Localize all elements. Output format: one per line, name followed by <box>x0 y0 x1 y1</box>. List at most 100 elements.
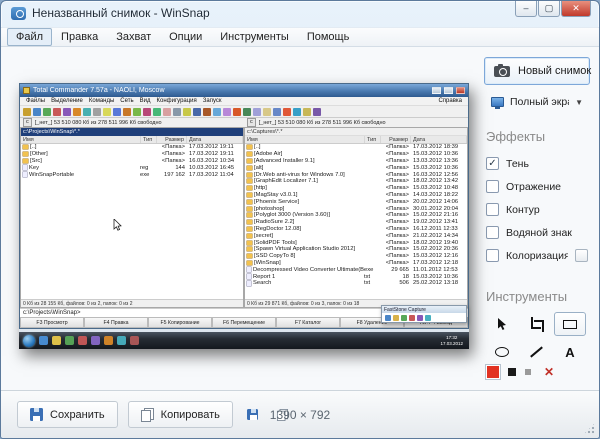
file-name: Report 1 <box>253 274 364 280</box>
tc-toolbar-icon <box>263 108 271 116</box>
save-button[interactable]: Сохранить <box>17 401 118 428</box>
tc-minimize-icon <box>432 87 441 94</box>
menu-item[interactable]: Правка <box>52 28 107 46</box>
checkbox[interactable] <box>486 203 499 216</box>
tc-file-row: Decompressed Video Converter Ultimate(Bu… <box>245 266 467 273</box>
tc-file-row: [Src] <Папка> 16.03.2012 10:34 <box>21 158 243 165</box>
text-tool-button[interactable]: A <box>554 340 586 364</box>
file-name: [SSD CopyTo 8] <box>254 253 364 259</box>
save-icon <box>247 409 258 420</box>
menu-item[interactable]: Файл <box>7 28 52 46</box>
effect-label: Водяной знак <box>506 227 572 239</box>
tools-grid: A <box>486 312 590 364</box>
colorize-options-button[interactable] <box>575 249 588 262</box>
crop-icon <box>529 317 543 331</box>
crop-tool-button[interactable] <box>520 312 552 336</box>
quick-save-button[interactable] <box>243 405 263 425</box>
checkbox[interactable] <box>486 226 499 239</box>
ellipse-tool-button[interactable] <box>486 340 518 364</box>
faststone-tool-icon <box>393 315 399 321</box>
effects-list: ✓ Тень Отражение Контур Водяной знак <box>484 152 590 267</box>
delete-annotation-icon[interactable]: ✕ <box>544 366 554 378</box>
menu-item[interactable]: Опции <box>160 28 211 46</box>
file-size: <Папка> <box>379 233 409 239</box>
file-date: 17.03.2012 12:18 <box>409 260 465 266</box>
tc-file-row: Key reg 144 10.03.2012 16:45 <box>21 164 243 171</box>
file-name: [http] <box>254 185 364 191</box>
save-label: Сохранить <box>50 409 105 421</box>
maximize-button[interactable]: ▢ <box>538 1 560 17</box>
file-date: 17.03.2012 18:39 <box>409 144 465 150</box>
file-type-icon <box>247 173 252 177</box>
file-type-icon <box>247 254 252 258</box>
tc-toolbar-icon <box>233 108 241 116</box>
rectangle-tool-button[interactable] <box>554 312 586 336</box>
file-date: 20.02.2012 14:06 <box>409 199 465 205</box>
tc-toolbar-icon <box>253 108 261 116</box>
tc-column-header: Тип <box>365 136 381 143</box>
minimize-button[interactable]: – <box>515 1 537 17</box>
black-color-swatch[interactable] <box>508 368 516 376</box>
file-date: 15.03.2012 10:36 <box>409 165 465 171</box>
image-dimensions: 1390 × 792 <box>270 408 330 422</box>
menu-item[interactable]: Инструменты <box>211 28 298 46</box>
file-date: 14.03.2012 18:22 <box>409 192 465 198</box>
file-size: <Папка> <box>379 212 409 218</box>
tc-file-row: Search txt 506 25.02.2012 13:18 <box>245 280 467 287</box>
file-name: [GraphEdit Localizer 7.1] <box>254 178 364 184</box>
file-type-icon <box>247 179 252 183</box>
checkbox[interactable] <box>486 249 499 262</box>
tc-file-row: [Other] <Папка> 17.03.2012 19:11 <box>21 151 243 158</box>
titlebar[interactable]: Неназванный снимок - WinSnap – ▢ ✕ <box>1 1 599 27</box>
tc-help-menu: Справка <box>435 98 465 104</box>
file-size: <Папка> <box>379 219 409 225</box>
tc-right-file-list: [..] <Папка> 17.03.2012 18:39 [Adobe Air… <box>245 144 467 299</box>
effect-checkbox-row[interactable]: Контур <box>484 198 590 221</box>
new-snapshot-button[interactable]: Новый снимок <box>484 57 590 85</box>
file-type-icon <box>247 193 252 197</box>
tc-file-row: [RegDoctor 12.08] <Папка> 16.12.2011 12:… <box>245 226 467 233</box>
red-color-swatch[interactable] <box>487 366 499 378</box>
close-button[interactable]: ✕ <box>561 1 591 17</box>
winsnap-app-icon <box>11 7 26 20</box>
tc-right-drive: c [_нет_] 53 510 080 Кб из 278 511 996 К… <box>244 118 468 127</box>
effect-checkbox-row[interactable]: Отражение <box>484 175 590 198</box>
tray-date: 17.03.2012 <box>440 341 463 347</box>
file-type-icon <box>247 281 251 286</box>
tc-function-key: F6 Перемещение <box>212 317 276 328</box>
cursor-tool-button[interactable] <box>486 312 518 336</box>
file-size: <Папка> <box>379 253 409 259</box>
gray-color-swatch[interactable] <box>525 369 531 375</box>
resize-grip[interactable] <box>583 422 596 435</box>
effect-checkbox-row[interactable]: Водяной знак <box>484 221 590 244</box>
tc-toolbar-icon <box>153 108 161 116</box>
captured-screenshot[interactable]: Total Commander 7.57a - NAOLI, Moscow Фа… <box>19 83 469 349</box>
capture-mode-dropdown[interactable]: Полный экран ▼ <box>484 91 590 113</box>
file-date: 17.03.2012 19:11 <box>185 151 241 157</box>
preview-canvas[interactable]: Total Commander 7.57a - NAOLI, Moscow Фа… <box>1 47 475 390</box>
copy-icon <box>141 408 154 422</box>
file-size: 29 665 <box>379 267 409 273</box>
effect-checkbox-row[interactable]: ✓ Тень <box>484 152 590 175</box>
main-body: Total Commander 7.57a - NAOLI, Moscow Фа… <box>1 47 599 390</box>
tc-file-row: [http] <Папка> 15.03.2012 10:48 <box>245 185 467 192</box>
checkbox[interactable]: ✓ <box>486 157 499 170</box>
tc-file-row: [secret] <Папка> 21.02.2012 14:34 <box>245 232 467 239</box>
tc-toolbar-icon <box>163 108 171 116</box>
tc-toolbar-icon <box>63 108 71 116</box>
checkbox[interactable] <box>486 180 499 193</box>
file-date: 17.03.2012 19:11 <box>185 144 241 150</box>
file-type-icon <box>247 234 252 238</box>
tc-panels: c:\Projects\WinSnap\*.* ИмяТипРазмерДата… <box>20 127 468 308</box>
tc-toolbar-icon <box>43 108 51 116</box>
copy-button[interactable]: Копировать <box>128 401 233 428</box>
file-type-icon <box>247 247 252 251</box>
line-tool-button[interactable] <box>520 340 552 364</box>
tc-left-path: c:\Projects\WinSnap\*.* <box>21 128 243 136</box>
file-size: 144 <box>155 165 185 171</box>
menu-item[interactable]: Захват <box>107 28 160 46</box>
file-size: <Папка> <box>155 158 185 164</box>
effect-checkbox-row[interactable]: Колоризация <box>484 244 590 267</box>
menu-item[interactable]: Помощь <box>298 28 359 46</box>
sidebar: Новый снимок Полный экран ▼ Эффекты ✓ Те… <box>475 47 599 390</box>
